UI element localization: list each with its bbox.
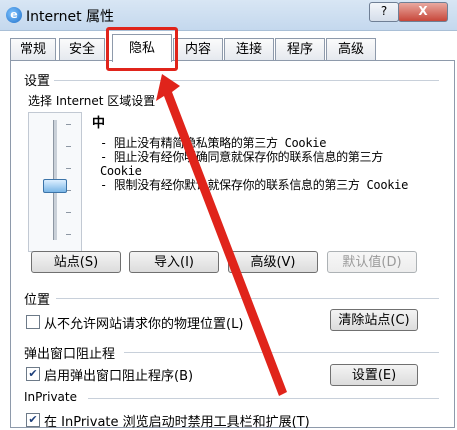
location-group-title: 位置: [24, 293, 51, 308]
import-button[interactable]: 导入(I): [129, 251, 219, 273]
location-checkbox[interactable]: [26, 315, 40, 329]
inprivate-group-title: InPrivate: [24, 390, 77, 404]
annotation-highlight-box: [106, 27, 178, 71]
tab-advanced[interactable]: 高级: [326, 38, 376, 61]
slider-tick: [66, 168, 71, 169]
slider-tick: [66, 146, 71, 147]
default-button[interactable]: 默认值(D): [327, 251, 417, 273]
inprivate-checkbox-label: 在 InPrivate 浏览启动时禁用工具栏和扩展(T): [44, 415, 310, 430]
popup-settings-button[interactable]: 设置(E): [330, 364, 418, 386]
description-line: - 限制没有经你默认就保存你的联系信息的第三方 Cookie: [100, 178, 409, 192]
tab-general[interactable]: 常规: [10, 38, 56, 61]
inprivate-checkbox[interactable]: ✔: [26, 413, 40, 427]
ie-globe-icon: e: [6, 7, 22, 23]
inprivate-divider: [88, 398, 439, 399]
location-divider: [56, 298, 439, 299]
tab-strip: 常规 安全 隐私 内容 连接 程序 高级: [0, 34, 457, 62]
description-line: - 阻止没有精简隐私策略的第三方 Cookie: [100, 136, 327, 150]
settings-group-title: 设置: [24, 74, 51, 89]
title-bar: e Internet 属性 ? X: [0, 0, 457, 31]
popup-checkbox-label: 启用弹出窗口阻止程序(B): [44, 369, 194, 384]
slider-tick: [66, 124, 71, 125]
advanced-button[interactable]: 高级(V): [228, 251, 318, 273]
privacy-slider-thumb[interactable]: [43, 179, 67, 193]
slider-tick: [66, 212, 71, 213]
close-button[interactable]: X: [398, 2, 448, 22]
help-button[interactable]: ?: [369, 2, 399, 22]
popup-divider: [124, 352, 439, 353]
window-title: Internet 属性: [26, 9, 115, 25]
privacy-description: - 阻止没有精简隐私策略的第三方 Cookie - 阻止没有经你明确同意就保存你…: [100, 136, 420, 192]
slider-tick: [66, 234, 71, 235]
popup-checkbox[interactable]: ✔: [26, 367, 40, 381]
tab-security[interactable]: 安全: [59, 38, 105, 61]
sites-button[interactable]: 站点(S): [31, 251, 121, 273]
clear-sites-button[interactable]: 清除站点(C): [330, 309, 418, 331]
description-line: - 阻止没有经你明确同意就保存你的联系信息的第三方 Cookie: [100, 150, 383, 178]
tab-programs[interactable]: 程序: [275, 38, 325, 61]
location-checkbox-label: 从不允许网站请求你的物理位置(L): [44, 317, 244, 332]
privacy-level: 中: [92, 116, 106, 131]
settings-divider: [54, 80, 439, 81]
zone-label: 选择 Internet 区域设置: [28, 94, 156, 108]
popup-group-title: 弹出窗口阻止程: [24, 347, 116, 362]
tab-content[interactable]: 内容: [173, 38, 223, 61]
tab-connections[interactable]: 连接: [224, 38, 274, 61]
